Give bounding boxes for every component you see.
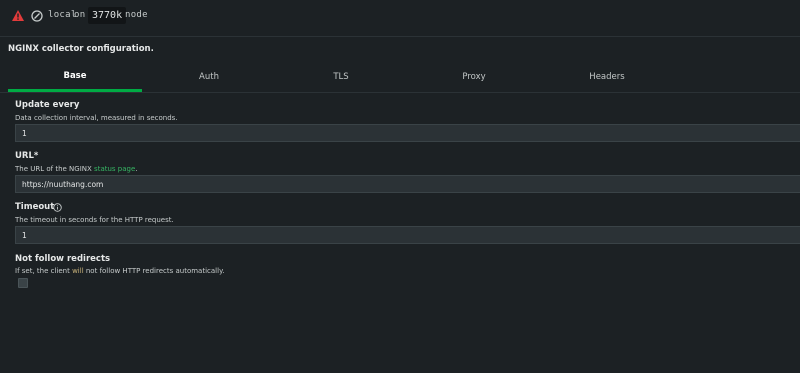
tab-base-label: Base xyxy=(63,70,87,81)
tab-base[interactable]: Base xyxy=(8,62,142,92)
tab-headers-label: Headers xyxy=(589,72,625,82)
page-title: NGINX collector configuration. xyxy=(8,44,154,54)
update-every-label: Update every xyxy=(15,100,80,110)
timeout-description: The timeout in seconds for the HTTP requ… xyxy=(15,216,174,224)
location-label: local xyxy=(48,10,77,20)
node-label: node xyxy=(125,10,148,20)
update-every-description: Data collection interval, measured in se… xyxy=(15,114,178,122)
url-description-suffix: . xyxy=(135,165,138,173)
update-every-input[interactable] xyxy=(15,124,800,142)
top-bar: local on 3770k node xyxy=(0,0,800,37)
globe-icon xyxy=(31,10,43,22)
redirects-description-emphasis: will xyxy=(72,267,84,275)
url-input[interactable] xyxy=(15,175,800,193)
url-description-prefix: The URL of the NGINX xyxy=(15,165,92,173)
url-label: URL* xyxy=(15,151,39,161)
tab-tls[interactable]: TLS xyxy=(274,62,408,92)
url-description: The URL of the NGINX status page. xyxy=(15,165,138,173)
tab-proxy[interactable]: Proxy xyxy=(407,62,541,92)
status-page-link[interactable]: status page xyxy=(94,165,135,173)
timeout-label: Timeout xyxy=(15,202,55,212)
not-follow-redirects-description: If set, the client will not follow HTTP … xyxy=(15,267,224,275)
redirects-description-prefix: If set, the client xyxy=(15,267,70,275)
tab-bar: Base Auth TLS Proxy Headers xyxy=(0,62,800,93)
tab-auth[interactable]: Auth xyxy=(142,62,276,92)
redirects-description-suffix: not follow HTTP redirects automatically. xyxy=(85,267,225,275)
not-follow-redirects-checkbox[interactable] xyxy=(18,278,28,288)
tab-auth-label: Auth xyxy=(199,72,219,82)
tab-proxy-label: Proxy xyxy=(462,72,486,82)
info-circle-icon[interactable] xyxy=(53,203,62,212)
warning-triangle-icon[interactable] xyxy=(12,10,24,21)
not-follow-redirects-label: Not follow redirects xyxy=(15,254,111,264)
timeout-input[interactable] xyxy=(15,226,800,244)
tab-tls-label: TLS xyxy=(333,72,349,82)
tab-headers[interactable]: Headers xyxy=(540,62,674,92)
on-label: on xyxy=(74,10,86,20)
node-count-chip: 3770k xyxy=(88,7,127,24)
